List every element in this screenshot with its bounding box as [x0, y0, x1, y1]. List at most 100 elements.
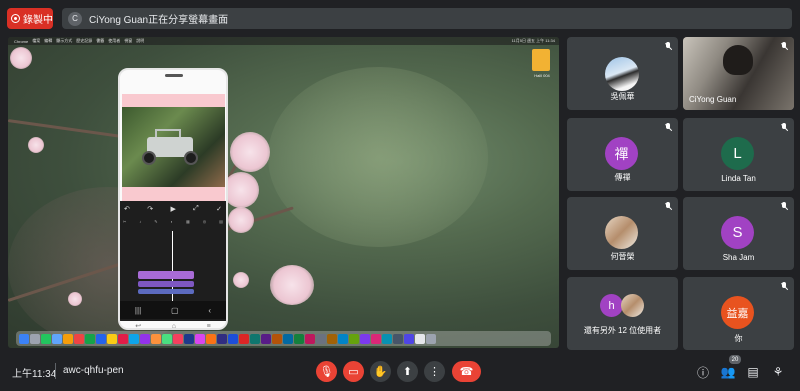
- desktop-file-icon: [532, 49, 550, 71]
- participant-tile[interactable]: 何晉榮: [567, 197, 678, 270]
- hand-icon: ✋: [373, 366, 388, 378]
- participant-silhouette: [723, 45, 753, 75]
- participant-tile[interactable]: 禪 傳禪: [567, 118, 678, 191]
- dock-app-icon: [360, 333, 370, 344]
- presenter-avatar: C: [68, 11, 82, 26]
- screen-share-banner: C CiYong Guan正在分享螢幕畫面: [62, 8, 792, 29]
- more-options-button[interactable]: ⋮: [424, 361, 445, 382]
- dock-app-icon: [426, 333, 436, 344]
- background-bokeh: [268, 67, 488, 247]
- menu-item: 編輯: [44, 38, 53, 43]
- tool-icon: ◎: [202, 219, 207, 224]
- menu-item: 顯示方式: [56, 38, 73, 43]
- more-participants-label: 還有另外 12 位使用者: [583, 326, 662, 335]
- mac-menu-bar: Chrome 檔案 編輯 顯示方式 歷史記錄 書籤 使用者 視窗 說明 11月5…: [8, 37, 559, 45]
- dock-app-icon: [96, 333, 106, 344]
- timeline-clip: [138, 289, 194, 294]
- dock-app-icon: [327, 333, 337, 344]
- blossom-flower: [28, 137, 44, 153]
- participant-avatar: [621, 294, 644, 317]
- menu-item: 說明: [136, 38, 145, 43]
- tool-icon: ▦: [185, 219, 190, 224]
- mic-toggle-button[interactable]: 🎙: [316, 361, 337, 382]
- back-icon: ‹: [208, 305, 212, 315]
- home-icon: ⌂: [171, 322, 176, 330]
- dock-app-icon: [217, 333, 227, 344]
- dock-app-icon: [162, 333, 172, 344]
- menu-clock: 11月5日 週五 上午 11:34: [511, 38, 555, 43]
- participant-name: Linda Tan: [721, 174, 756, 183]
- tool-icon: ♪: [139, 219, 142, 224]
- mac-dock: [16, 331, 551, 346]
- recording-icon: [11, 14, 20, 23]
- leave-call-button[interactable]: ☎: [452, 361, 481, 382]
- participant-name: 傳禪: [614, 173, 631, 182]
- screen-share-text: CiYong Guan正在分享螢幕畫面: [89, 15, 229, 26]
- dock-app-icon: [52, 333, 62, 344]
- participant-avatar: h: [600, 294, 623, 317]
- mic-off-icon: [780, 202, 788, 211]
- redo-icon: ↷: [147, 206, 154, 213]
- participant-name: 何晉榮: [610, 252, 635, 261]
- jeep-wheel: [184, 151, 198, 165]
- dock-app-icon: [129, 333, 139, 344]
- participant-tile[interactable]: L Linda Tan: [683, 118, 794, 191]
- more-vert-icon: ⋮: [429, 366, 440, 378]
- shared-screen[interactable]: Chrome 檔案 編輯 顯示方式 歷史記錄 書籤 使用者 視窗 說明 11月5…: [8, 37, 559, 348]
- mic-off-icon: [780, 282, 788, 291]
- menu-item: 使用者: [108, 38, 121, 43]
- raise-hand-button[interactable]: ✋: [370, 361, 391, 382]
- more-participants-tile[interactable]: h 還有另外 12 位使用者: [567, 277, 678, 350]
- home-icon: ▢: [171, 305, 179, 315]
- dock-app-icon: [283, 333, 293, 344]
- dock-app-icon: [316, 333, 326, 344]
- blossom-flower: [223, 172, 259, 208]
- phone-speaker: [165, 74, 183, 77]
- dock-app-icon: [118, 333, 128, 344]
- dock-app-icon: [415, 333, 425, 344]
- tool-icon: ◐: [170, 219, 173, 224]
- present-button[interactable]: ⬆: [397, 361, 418, 382]
- people-count-badge: 20: [729, 355, 741, 364]
- divider: [55, 363, 56, 379]
- dock-app-icon: [30, 333, 40, 344]
- phone-home-bar: ↩ ⌂ ≡: [120, 321, 226, 330]
- dock-app-icon: [393, 333, 403, 344]
- video-preview: [122, 107, 225, 187]
- people-button[interactable]: 👥: [719, 363, 737, 381]
- phone-mirror: ↶ ↷ ▶ ⤢ ✓ ✂ ♪ ✎ ◐ ▦ ◎ ▤ ||| ▢ ‹ ↩ ⌂ ≡: [118, 68, 228, 330]
- timeline-clip: [138, 281, 194, 287]
- chat-button[interactable]: ▤: [744, 363, 762, 381]
- mic-off-icon: [664, 202, 672, 211]
- blossom-flower: [10, 47, 32, 69]
- activities-button[interactable]: ⚘: [769, 363, 787, 381]
- dock-app-icon: [206, 333, 216, 344]
- dock-app-icon: [41, 333, 51, 344]
- dock-app-icon: [404, 333, 414, 344]
- camera-toggle-button[interactable]: ▭: [343, 361, 364, 382]
- dock-app-icon: [294, 333, 304, 344]
- desktop-file-label: Halll 004: [534, 73, 550, 78]
- dock-app-icon: [151, 333, 161, 344]
- recording-badge[interactable]: 錄製中: [7, 8, 53, 29]
- participant-name: Sha Jam: [722, 253, 755, 262]
- hang-up-icon: ☎: [459, 366, 474, 378]
- participant-avatar: L: [721, 137, 754, 170]
- back-icon: ↩: [135, 323, 142, 330]
- participant-tile[interactable]: S Sha Jam: [683, 197, 794, 270]
- blossom-flower: [233, 272, 249, 288]
- meeting-details-button[interactable]: ⓘ: [694, 363, 712, 381]
- dock-app-icon: [173, 333, 183, 344]
- meeting-time: 上午11:34: [12, 369, 57, 380]
- mic-off-icon: 🎙: [319, 366, 334, 378]
- self-name: 你: [734, 334, 743, 343]
- camera-off-icon: ▭: [348, 366, 359, 378]
- self-tile[interactable]: 益嘉 你: [683, 277, 794, 350]
- chat-icon: ▤: [747, 365, 759, 379]
- participant-tile[interactable]: 吳佩華: [567, 37, 678, 110]
- mic-off-icon: [780, 123, 788, 132]
- blossom-flower: [228, 207, 254, 233]
- menu-item: 書籤: [96, 38, 105, 43]
- participant-tile[interactable]: CiYong Guan: [683, 37, 794, 110]
- timeline-clip: [138, 271, 194, 279]
